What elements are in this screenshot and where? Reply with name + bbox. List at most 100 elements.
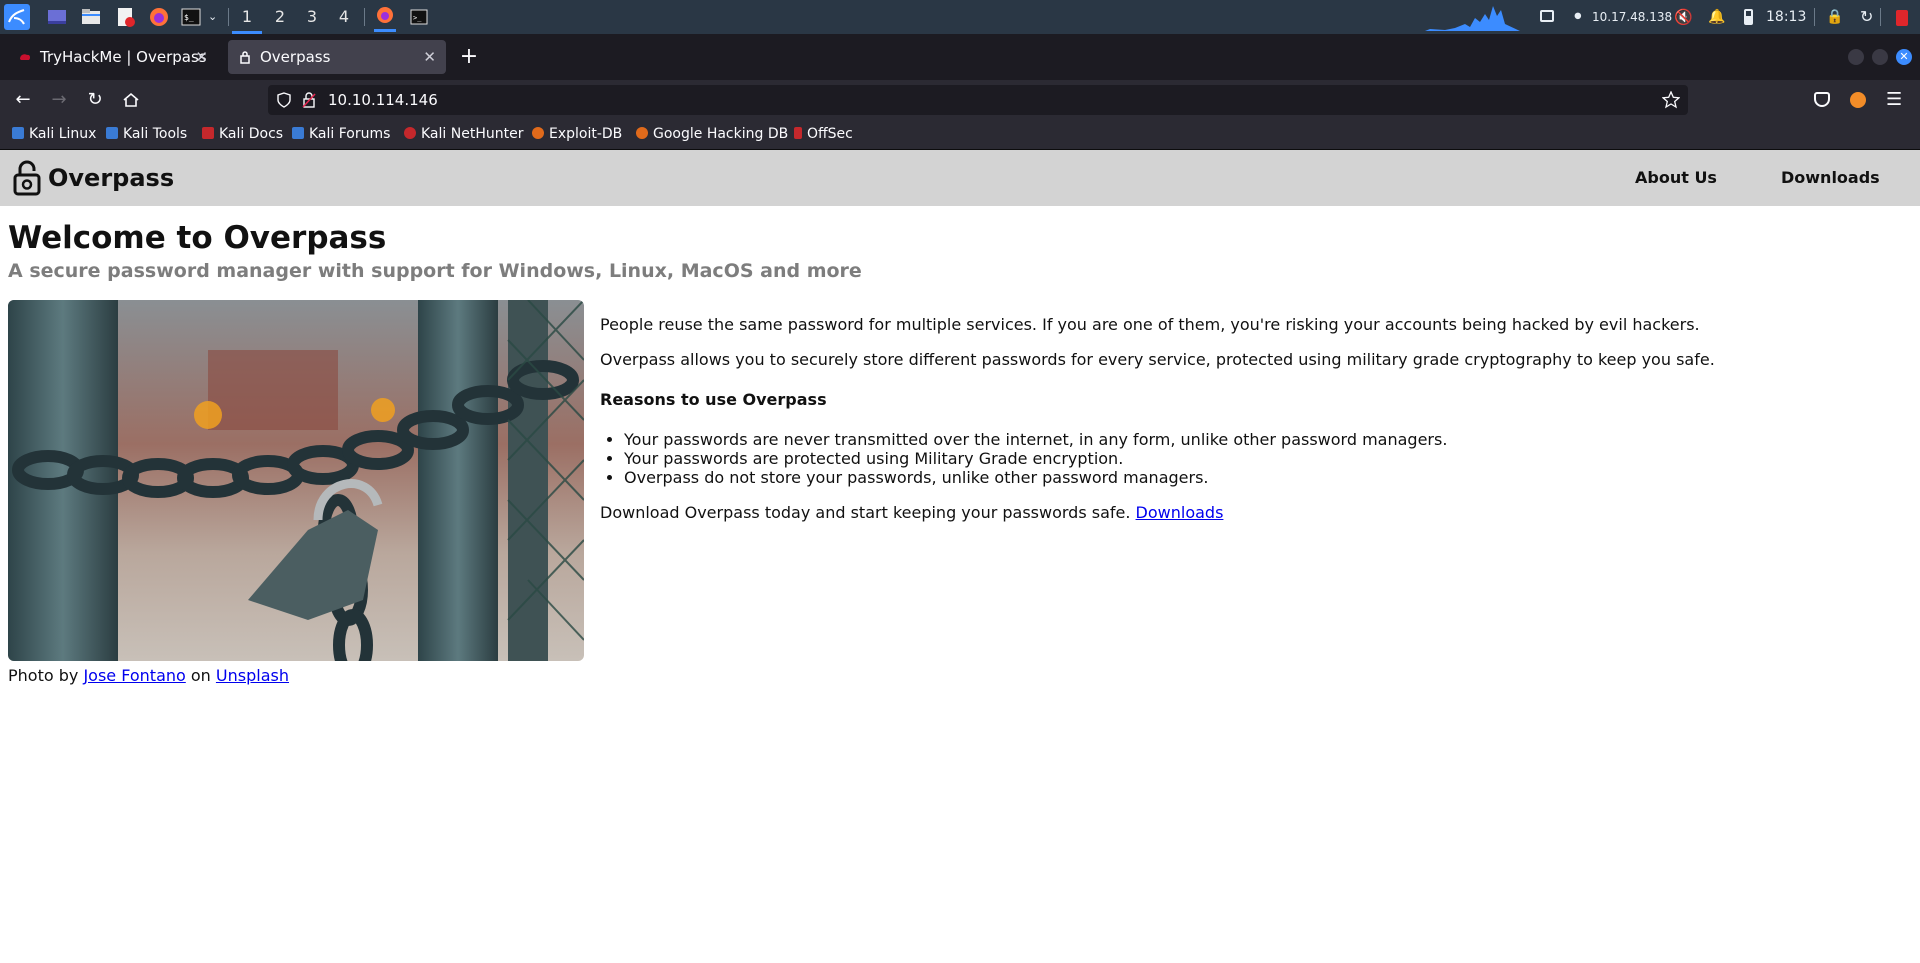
nethunter-icon: [404, 127, 416, 139]
tab-label: TryHackMe | Overpass: [40, 48, 207, 66]
refresh-session-icon[interactable]: ↻: [1860, 0, 1873, 34]
bookmark-offsec[interactable]: OffSec: [794, 120, 853, 150]
volume-muted-icon[interactable]: 🔇: [1674, 0, 1693, 34]
workspace-4[interactable]: 4: [329, 0, 359, 34]
page-subtitle: A secure password manager with support f…: [8, 260, 862, 282]
intro-paragraph-1: People reuse the same password for multi…: [600, 315, 1700, 334]
taskbar-divider: [228, 8, 229, 26]
minimize-window-icon[interactable]: [1848, 49, 1864, 65]
offsec-icon: [794, 127, 802, 139]
bookmark-kali-tools[interactable]: Kali Tools: [106, 120, 187, 150]
svg-text:$_: $_: [184, 13, 194, 22]
extension-fox-icon[interactable]: [1850, 92, 1866, 108]
exploit-db-icon: [532, 127, 544, 139]
bookmark-label: Kali NetHunter: [421, 126, 524, 142]
tracking-shield-icon[interactable]: [276, 92, 292, 108]
lock-screen-icon[interactable]: 🔒: [1826, 0, 1843, 34]
download-text: Download Overpass today and start keepin…: [600, 503, 1131, 522]
clock[interactable]: 18:13: [1766, 0, 1806, 34]
tab-close-icon[interactable]: ✕: [195, 40, 208, 74]
chained-gate-photo: [8, 300, 584, 661]
home-icon[interactable]: [118, 88, 144, 112]
bookmark-label: Google Hacking DB: [653, 126, 789, 142]
insecure-lock-icon[interactable]: [302, 92, 316, 108]
bookmark-label: Kali Linux: [29, 126, 97, 142]
web-page: Overpass About Us Downloads Welcome to O…: [0, 150, 1920, 963]
nav-about-us[interactable]: About Us: [1635, 150, 1717, 206]
taskbar-divider: [1814, 8, 1815, 26]
cpu-graph-icon: [1385, 6, 1520, 31]
text-editor-icon[interactable]: [114, 6, 136, 28]
bookmark-kali-forums[interactable]: Kali Forums: [292, 120, 390, 150]
tab-label: Overpass: [260, 48, 331, 66]
list-item: Overpass do not store your passwords, un…: [624, 468, 1900, 487]
bookmark-kali-linux[interactable]: Kali Linux: [12, 120, 96, 150]
kali-docs-icon: [202, 127, 214, 139]
firefox-launcher-icon[interactable]: [148, 6, 170, 28]
workspace-2[interactable]: 2: [265, 0, 295, 34]
tab-close-icon[interactable]: ✕: [423, 40, 436, 74]
bookmark-label: Exploit-DB: [549, 126, 623, 142]
power-icon[interactable]: [1896, 10, 1908, 26]
padlock-logo-icon: [13, 160, 41, 196]
list-item: Your passwords are protected using Milit…: [624, 449, 1900, 468]
window-list-icon[interactable]: [1540, 10, 1554, 22]
bookmark-label: Kali Forums: [309, 126, 391, 142]
reload-icon[interactable]: ↻: [82, 88, 108, 112]
url-text[interactable]: 10.10.114.146: [328, 85, 438, 115]
photo-credit: Photo by Jose Fontano on Unsplash: [8, 666, 289, 685]
system-taskbar: $_ ⌄ 1 2 3 4 >_ ⚫ 10.17.48.138 🔇 🔔 18:13…: [0, 0, 1920, 34]
back-arrow-icon[interactable]: ←: [10, 88, 36, 112]
forward-arrow-icon[interactable]: →: [46, 88, 72, 112]
bookmark-label: Kali Docs: [219, 126, 284, 142]
reasons-heading: Reasons to use Overpass: [600, 390, 827, 409]
credit-on: on: [190, 666, 211, 685]
terminal-window-icon[interactable]: >_: [408, 6, 430, 28]
unsplash-link[interactable]: Unsplash: [216, 666, 289, 685]
credit-prefix: Photo by: [8, 666, 79, 685]
photo-author-link[interactable]: Jose Fontano: [83, 666, 185, 685]
address-bar[interactable]: 10.10.114.146: [268, 85, 1688, 115]
site-navbar: Overpass About Us Downloads: [0, 150, 1920, 206]
site-brand-name: Overpass: [48, 164, 175, 192]
download-paragraph: Download Overpass today and start keepin…: [600, 503, 1900, 522]
firefox-window-icon[interactable]: [374, 4, 396, 32]
file-manager-icon[interactable]: [80, 6, 102, 28]
browser-tab-bar: TryHackMe | Overpass ✕ Overpass ✕: [0, 34, 1920, 80]
workspace-1[interactable]: 1: [232, 0, 262, 34]
tab-overpass[interactable]: Overpass ✕: [228, 40, 446, 74]
close-window-icon[interactable]: ✕: [1896, 49, 1912, 65]
bookmark-star-icon[interactable]: [1662, 91, 1680, 109]
kali-menu-icon[interactable]: [4, 4, 30, 30]
tab-tryhackme[interactable]: TryHackMe | Overpass ✕: [8, 40, 218, 74]
menu-hamburger-icon[interactable]: ☰: [1886, 88, 1902, 112]
bookmark-label: Kali Tools: [123, 126, 188, 142]
vpn-user-icon: ⚫: [1572, 9, 1584, 25]
bookmark-label: OffSec: [807, 126, 853, 142]
taskbar-divider: [1880, 8, 1881, 26]
new-tab-plus-icon[interactable]: +: [458, 42, 480, 72]
bookmark-kali-docs[interactable]: Kali Docs: [202, 120, 283, 150]
downloads-link[interactable]: Downloads: [1136, 503, 1224, 522]
terminal-launcher-icon[interactable]: $_: [180, 6, 202, 28]
list-item: Your passwords are never transmitted ove…: [624, 430, 1900, 449]
svg-text:>_: >_: [413, 14, 422, 22]
workspace-3[interactable]: 3: [297, 0, 327, 34]
bookmark-google-hacking-db[interactable]: Google Hacking DB: [636, 120, 788, 150]
taskbar-divider: [364, 8, 365, 26]
kali-dragon-icon: [12, 127, 24, 139]
intro-paragraph-2: Overpass allows you to securely store di…: [600, 350, 1715, 369]
kali-forums-icon: [292, 127, 304, 139]
bookmark-kali-nethunter[interactable]: Kali NetHunter: [404, 120, 523, 150]
show-desktop-icon[interactable]: [46, 6, 68, 28]
kali-tools-icon: [106, 127, 118, 139]
ghdb-icon: [636, 127, 648, 139]
maximize-window-icon[interactable]: [1872, 49, 1888, 65]
pocket-icon[interactable]: [1814, 92, 1830, 107]
nav-downloads[interactable]: Downloads: [1781, 150, 1880, 206]
launcher-chevron-down-icon[interactable]: ⌄: [208, 0, 217, 34]
bookmark-exploit-db[interactable]: Exploit-DB: [532, 120, 622, 150]
notifications-bell-icon[interactable]: 🔔: [1708, 0, 1725, 34]
ip-address: 10.17.48.138: [1592, 10, 1673, 24]
page-title: Welcome to Overpass: [8, 220, 387, 256]
